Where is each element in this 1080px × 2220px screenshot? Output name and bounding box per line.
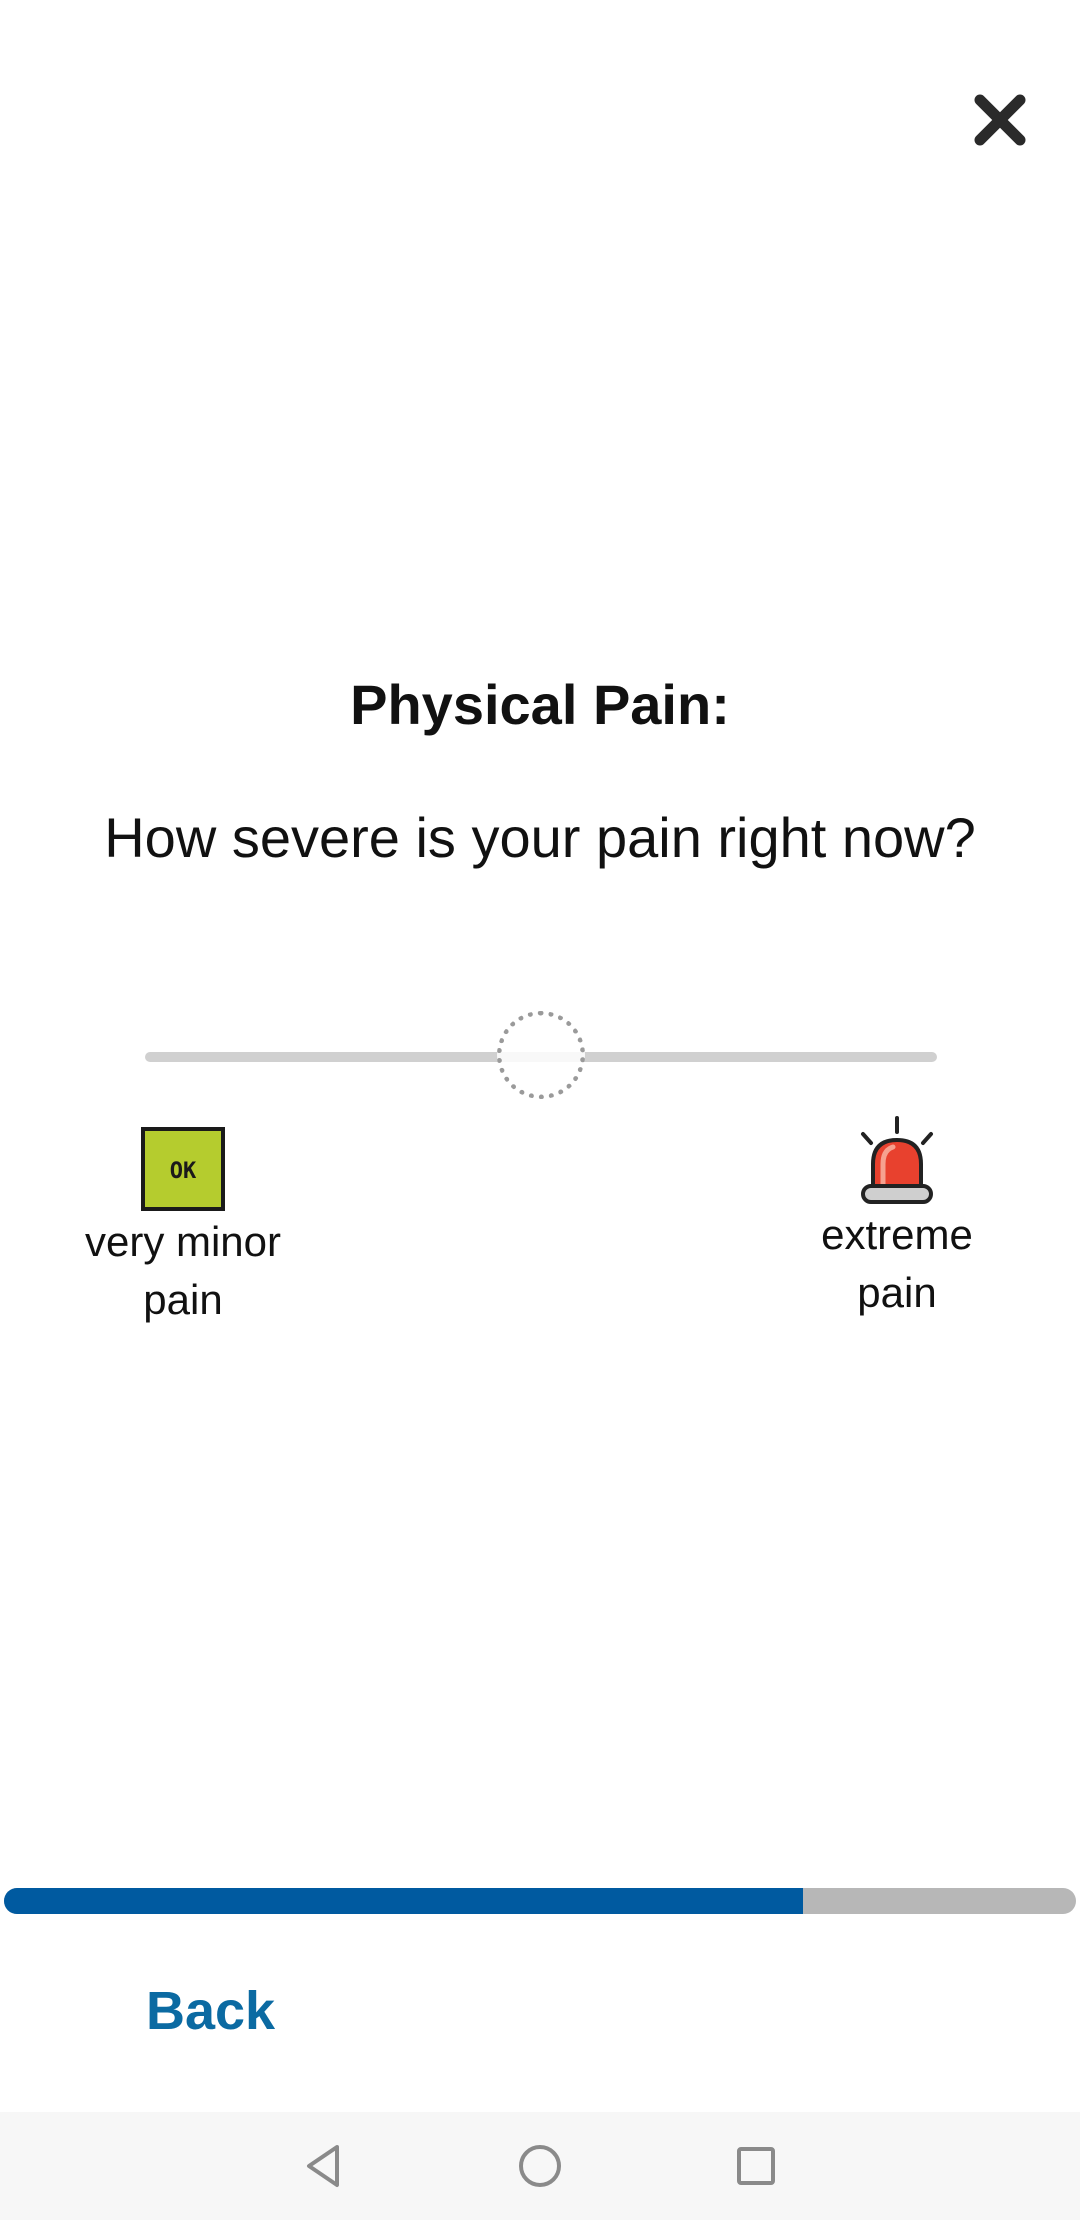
system-nav-bar <box>0 2112 1080 2220</box>
siren-alarm-icon <box>861 1116 933 1204</box>
nav-home-button[interactable] <box>512 2138 568 2194</box>
anchor-max: extreme pain <box>767 1116 1027 1322</box>
back-button[interactable]: Back <box>146 1980 275 2042</box>
nav-recents-button[interactable] <box>728 2138 784 2194</box>
question-text: How severe is your pain right now? <box>104 806 976 869</box>
nav-back-button[interactable] <box>296 2138 352 2194</box>
close-icon <box>974 94 1026 146</box>
ok-square-icon: OK <box>141 1127 225 1211</box>
progress-fill <box>4 1888 803 1914</box>
anchor-max-label-line1: extreme <box>821 1211 973 1258</box>
progress-bar <box>4 1888 1076 1914</box>
ok-icon-text: OK <box>170 1159 197 1184</box>
pain-slider[interactable] <box>145 1011 937 1099</box>
anchor-min-label-line2: pain <box>143 1276 223 1323</box>
slider-thumb[interactable] <box>497 1011 585 1099</box>
close-button[interactable] <box>968 88 1032 152</box>
anchor-max-label-line2: pain <box>857 1269 937 1316</box>
triangle-back-icon <box>307 2145 339 2187</box>
anchor-min: OK very minor pain <box>53 1125 313 1329</box>
square-recents-icon <box>737 2147 775 2185</box>
page-title: Physical Pain: <box>350 673 730 736</box>
anchor-min-label-line1: very minor <box>84 1218 282 1265</box>
circle-home-icon <box>519 2145 561 2187</box>
